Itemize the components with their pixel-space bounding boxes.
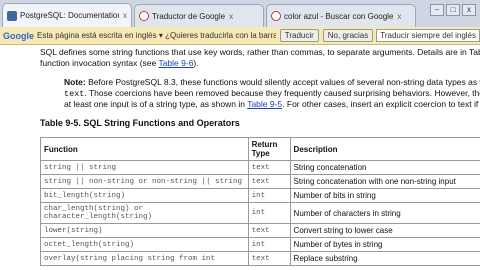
- description-cell: Number of bytes in string: [289, 237, 480, 252]
- note-line-3: at least one input is of a string type, …: [64, 99, 480, 109]
- minimize-button[interactable]: –: [430, 4, 444, 16]
- header-function: Function: [40, 137, 249, 161]
- tab-google-translate[interactable]: Traductor de Google x: [134, 4, 264, 27]
- translate-bar: Google Esta página está escrita en inglé…: [0, 27, 480, 45]
- return-type-cell: text: [247, 223, 291, 238]
- description-cell: String concatenation: [289, 160, 480, 175]
- table-row: bit_length(string) int Number of bits in…: [40, 188, 480, 203]
- tab-postgresql-docs[interactable]: PostgreSQL: Documentation: Ma... x: [2, 3, 132, 27]
- description-cell: String concatenation with one non-string…: [289, 174, 480, 189]
- table-link[interactable]: Table 9-6: [158, 58, 193, 68]
- intro-line-2: function invocation syntax (see Table 9-…: [40, 58, 199, 68]
- return-type-cell: int: [247, 188, 291, 203]
- note-label: Note:: [64, 77, 86, 87]
- function-cell: bit_length(string): [40, 188, 249, 203]
- no-thanks-button[interactable]: No, gracias: [322, 29, 374, 42]
- table-title: Table 9-5. SQL String Functions and Oper…: [40, 118, 240, 128]
- maximize-button[interactable]: □: [446, 4, 460, 16]
- function-cell: lower(string): [40, 223, 249, 238]
- tab-title: color azul - Buscar con Google: [284, 11, 394, 21]
- intro-line-1: SQL defines some string functions that u…: [40, 47, 480, 57]
- browser-tab-strip: PostgreSQL: Documentation: Ma... x Tradu…: [0, 0, 480, 27]
- google-icon: [139, 11, 149, 21]
- function-cell: octet_length(string): [40, 237, 249, 252]
- google-logo: Google: [3, 30, 34, 41]
- return-type-cell: text: [247, 160, 291, 175]
- tab-close-icon[interactable]: x: [123, 11, 127, 20]
- tab-close-icon[interactable]: x: [229, 12, 233, 21]
- tab-google-search[interactable]: color azul - Buscar con Google x: [266, 4, 416, 27]
- description-cell: Number of characters in string: [289, 202, 480, 224]
- return-type-cell: text: [247, 174, 291, 189]
- header-return-type: Return Type: [247, 137, 291, 161]
- postgresql-icon: [7, 10, 17, 21]
- note-line-2: text. Those coercions have been removed …: [64, 88, 480, 99]
- table-link[interactable]: Table 9-5: [247, 99, 282, 109]
- function-cell: overlay(string placing string from int: [40, 251, 249, 266]
- table-row: char_length(string) or character_length(…: [40, 202, 480, 224]
- table-row: lower(string) text Convert string to low…: [40, 223, 480, 238]
- close-window-button[interactable]: x: [462, 4, 476, 16]
- note-text-2: . Those coercions have been removed beca…: [84, 88, 480, 98]
- table-row: string || non-string or non-string || st…: [40, 174, 480, 189]
- translate-button[interactable]: Traducir: [279, 29, 319, 42]
- google-icon: [271, 11, 281, 21]
- window-controls: – □ x: [430, 4, 476, 16]
- description-cell: Convert string to lower case: [289, 223, 480, 238]
- string-functions-table: Function Return Type Description string …: [40, 137, 480, 266]
- tab-title: PostgreSQL: Documentation: Ma...: [20, 11, 119, 20]
- function-cell: string || non-string or non-string || st…: [40, 174, 249, 189]
- intro-line-2-suffix: ).: [193, 58, 199, 68]
- function-cell: char_length(string) or character_length(…: [40, 202, 249, 224]
- note-line-3-suffix: . For other cases, insert an explicit co…: [282, 99, 480, 109]
- page-content: SQL defines some string functions that u…: [0, 45, 480, 270]
- table-row: octet_length(string) int Number of bytes…: [40, 237, 480, 252]
- note-code: text: [64, 89, 85, 99]
- return-type-cell: int: [247, 202, 291, 224]
- tab-close-icon[interactable]: x: [397, 12, 401, 21]
- description-cell: Number of bits in string: [289, 188, 480, 203]
- note-text-1: Before PostgreSQL 8.3, these functions w…: [88, 77, 480, 87]
- table-row: overlay(string placing string from int t…: [40, 251, 480, 266]
- header-description: Description: [289, 137, 480, 161]
- always-translate-select[interactable]: Traducir siempre del inglés: [376, 29, 480, 42]
- note-line-1: Note: Before PostgreSQL 8.3, these funct…: [64, 77, 480, 87]
- intro-line-2-prefix: function invocation syntax (see: [40, 58, 159, 68]
- table-row: string || string text String concatenati…: [40, 160, 480, 175]
- table-header-row: Function Return Type Description: [40, 137, 480, 161]
- return-type-cell: text: [247, 251, 291, 266]
- tab-title: Traductor de Google: [152, 11, 226, 21]
- note-line-3-prefix: at least one input is of a string type, …: [64, 99, 248, 109]
- function-cell: string || string: [40, 160, 249, 175]
- description-cell: Replace substring: [289, 251, 480, 266]
- translate-message: Esta página está escrita en inglés ▾ ¿Qu…: [37, 31, 276, 40]
- return-type-cell: int: [247, 237, 291, 252]
